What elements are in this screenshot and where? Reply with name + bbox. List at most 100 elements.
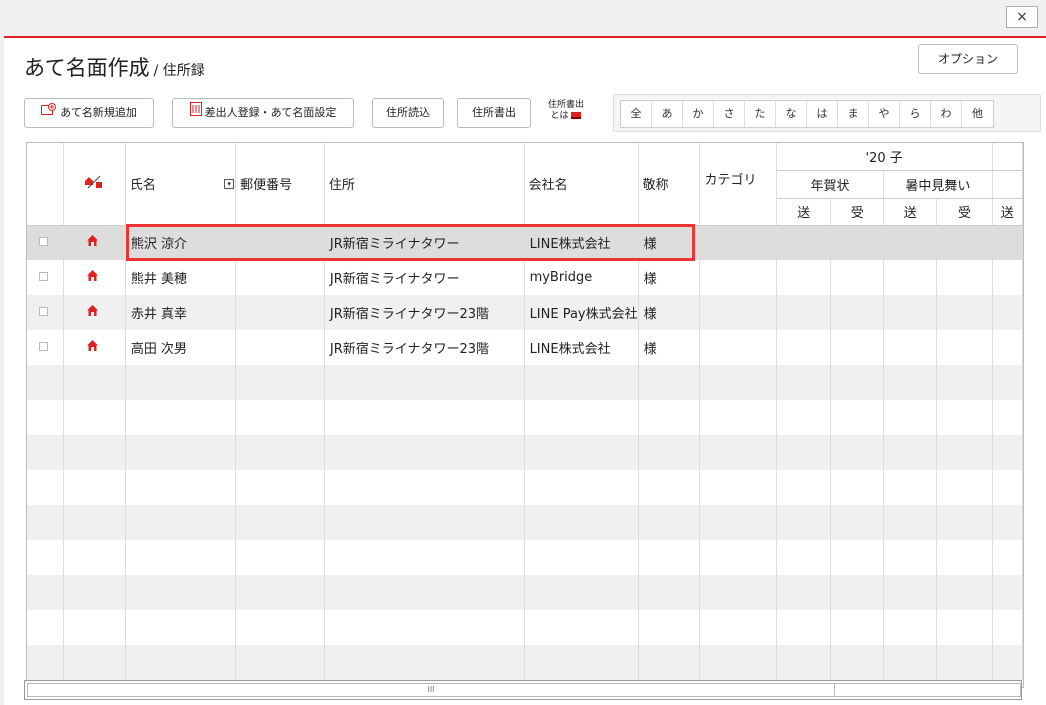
table-cell — [63, 400, 126, 435]
name-column-header[interactable]: 氏名 ▾ — [125, 143, 237, 226]
scrollbar-thumb[interactable]: III — [27, 683, 835, 697]
address-dialog: あて名面作成 / 住所録 オプション あて名新規追加 差出人登録・あて名面設定 住… — [4, 36, 1046, 705]
kana-filter-button[interactable]: や — [869, 101, 900, 127]
nenga-sent-header[interactable]: 送 — [776, 198, 832, 226]
company-cell: LINE Pay株式会社 — [524, 295, 639, 330]
address-cell: JR新宿ミライナタワー23階 — [324, 295, 525, 330]
kana-filter-button[interactable]: な — [776, 101, 807, 127]
table-cell — [776, 470, 832, 505]
honorific-column-header[interactable]: 敬称 — [638, 143, 701, 226]
table-cell — [125, 400, 237, 435]
table-cell — [883, 645, 938, 680]
table-cell — [830, 365, 885, 400]
table-row[interactable]: 熊井 美穂 JR新宿ミライナタワー myBridge 様 — [27, 260, 1023, 295]
shochu-sent-header[interactable]: 送 — [883, 198, 938, 226]
next-sent-header[interactable]: 送 — [992, 198, 1023, 226]
postal-column-header[interactable]: 郵便番号 — [235, 143, 325, 226]
table-row[interactable]: 高田 次男 JR新宿ミライナタワー23階 LINE株式会社様 — [27, 330, 1023, 365]
row-checkbox[interactable] — [39, 342, 48, 351]
table-cell — [324, 540, 525, 575]
table-cell — [699, 330, 777, 365]
export-help-link[interactable]: 住所書出 とは — [541, 100, 591, 122]
table-cell — [992, 365, 1023, 400]
add-address-button[interactable]: あて名新規追加 — [24, 98, 154, 128]
table-cell — [883, 540, 938, 575]
sender-settings-label: 差出人登録・あて名面設定 — [204, 106, 337, 119]
shochu-column-header: 暑中見舞い — [883, 170, 993, 199]
table-cell — [125, 470, 237, 505]
kana-filter-button[interactable]: さ — [714, 101, 745, 127]
address-grid: 氏名 ▾ 郵便番号 住所 会社名 敬称 カテゴリ '20 子 年賀状 暑中見舞い — [27, 143, 1023, 680]
kana-filter-button[interactable]: か — [683, 101, 714, 127]
table-cell — [524, 540, 639, 575]
table-cell — [27, 505, 64, 540]
kana-filter-button[interactable]: あ — [652, 101, 683, 127]
horizontal-scrollbar[interactable]: III — [24, 680, 1022, 700]
sender-settings-button[interactable]: 差出人登録・あて名面設定 — [172, 98, 354, 128]
nenga-received-header[interactable]: 受 — [830, 198, 885, 226]
table-cell — [63, 645, 126, 680]
table-cell — [699, 365, 777, 400]
table-cell — [776, 540, 832, 575]
scrollbar-track[interactable] — [835, 683, 1021, 697]
option-button[interactable]: オプション — [918, 44, 1018, 74]
table-row[interactable]: 赤井 真幸 JR新宿ミライナタワー23階 LINE Pay株式会社様 — [27, 295, 1023, 330]
table-cell — [638, 365, 701, 400]
shochu-received-header[interactable]: 受 — [936, 198, 993, 226]
import-address-button[interactable]: 住所読込 — [372, 98, 444, 128]
address-column-header[interactable]: 住所 — [324, 143, 525, 226]
table-cell — [699, 610, 777, 645]
settings-grid-icon — [189, 99, 202, 127]
row-checkbox[interactable] — [39, 272, 48, 281]
table-cell — [27, 365, 64, 400]
company-cell: LINE株式会社 — [524, 225, 639, 260]
export-address-button[interactable]: 住所書出 — [457, 98, 531, 128]
table-cell — [883, 365, 938, 400]
row-select-cell — [27, 295, 64, 330]
kana-filter-button[interactable]: た — [745, 101, 776, 127]
table-cell — [63, 505, 126, 540]
table-cell — [776, 365, 832, 400]
category-column-header[interactable]: カテゴリ — [699, 143, 777, 226]
row-checkbox[interactable] — [39, 237, 48, 247]
table-cell — [524, 610, 639, 645]
filter-dropdown-icon[interactable]: ▾ — [224, 179, 235, 189]
home-work-column-header[interactable] — [63, 143, 126, 226]
table-cell — [524, 435, 639, 470]
company-cell: LINE株式会社 — [524, 330, 639, 365]
table-cell — [992, 575, 1023, 610]
table-cell — [324, 470, 525, 505]
row-checkbox[interactable] — [39, 307, 48, 316]
kana-filter-button[interactable]: は — [807, 101, 838, 127]
kana-filter-button[interactable]: わ — [931, 101, 962, 127]
nenga-column-header: 年賀状 — [776, 170, 885, 199]
table-cell — [883, 330, 938, 365]
company-column-header[interactable]: 会社名 — [524, 143, 639, 226]
export-help-line2: とは — [550, 111, 569, 121]
table-row[interactable]: 熊沢 涼介 JR新宿ミライナタワー LINE株式会社様 — [27, 225, 1023, 260]
kana-filter-button[interactable]: 全 — [621, 101, 652, 127]
table-cell — [883, 575, 938, 610]
table-cell — [324, 575, 525, 610]
add-card-icon — [41, 99, 57, 127]
table-cell — [883, 470, 938, 505]
close-button[interactable]: × — [1006, 6, 1038, 28]
table-cell — [27, 400, 64, 435]
table-cell — [830, 260, 885, 295]
home-icon — [86, 304, 99, 321]
next-year-header — [992, 143, 1023, 171]
kana-filter-button[interactable]: 他 — [962, 101, 993, 127]
table-cell — [830, 330, 885, 365]
table-cell — [830, 505, 885, 540]
kana-filter-button[interactable]: ら — [900, 101, 931, 127]
name-column-label: 氏名 — [129, 178, 156, 194]
table-cell — [992, 260, 1023, 295]
empty-row — [27, 540, 1023, 575]
table-cell — [830, 400, 885, 435]
kana-filter-button[interactable]: ま — [838, 101, 869, 127]
add-address-label: あて名新規追加 — [60, 106, 137, 119]
table-cell — [27, 470, 64, 505]
table-cell — [776, 505, 832, 540]
table-cell — [638, 645, 701, 680]
table-cell — [638, 505, 701, 540]
